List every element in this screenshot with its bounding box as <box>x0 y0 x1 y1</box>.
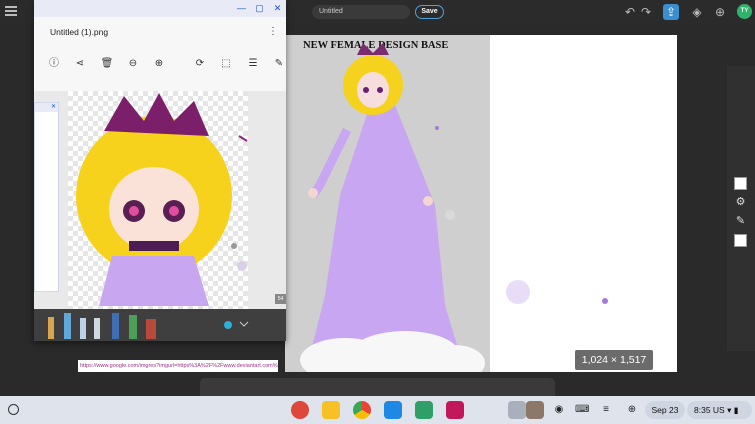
drawing-canvas[interactable]: NEW FEMALE DESIGN BASE <box>285 35 677 372</box>
pinned-thumbnail-icon[interactable] <box>508 401 526 419</box>
date-pill[interactable]: Sep 23 <box>645 401 685 419</box>
image-viewer-window: — ▢ ✕ Untitled (1).png ⋮ ⓘ ⋖ 🗑 ⊖ ⊕ ⟳ ⬚ ☰… <box>34 0 286 341</box>
draw-icon[interactable]: ✎ <box>272 57 286 71</box>
clock-time: 8:35 <box>694 405 711 415</box>
system-shelf: ◉ ⌨ ≡ ⊕ Sep 23 8:35 US ▾ ▮ <box>0 396 755 424</box>
save-button[interactable]: Save <box>415 5 444 19</box>
clipboard-icon[interactable]: ≡ <box>599 403 613 417</box>
princess-drawing <box>300 43 608 372</box>
add-circle-icon[interactable]: ⊕ <box>625 403 639 417</box>
chrome-icon[interactable] <box>353 401 371 419</box>
more-options-icon[interactable]: ⋮ <box>268 26 278 37</box>
wifi-icon: ▾ <box>727 405 732 415</box>
color-swatch-secondary[interactable] <box>734 234 747 247</box>
minimize-icon[interactable]: — <box>236 3 247 14</box>
add-icon[interactable]: ⊕ <box>712 4 728 20</box>
gallery-app-icon[interactable] <box>446 401 464 419</box>
zoom-in-icon[interactable]: ⊕ <box>152 57 166 71</box>
avatar[interactable]: TY <box>737 4 752 19</box>
file-name-label: Untitled (1).png <box>50 27 109 37</box>
status-tray[interactable]: 8:35 US ▾ ▮ <box>687 401 752 419</box>
chibi-princess-image <box>76 93 248 306</box>
color-swatch-primary[interactable] <box>734 177 747 190</box>
image-dimensions-badge: 1,024 × 1,517 <box>575 350 653 370</box>
share-icon[interactable]: ⇪ <box>663 4 679 20</box>
adjust-icon[interactable]: ☰ <box>246 57 260 71</box>
keyboard-icon[interactable]: ⌨ <box>575 403 589 417</box>
locale-indicator: US <box>712 405 725 415</box>
menu-icon[interactable] <box>5 6 17 16</box>
url-text-strip: https://www.google.com/imgres?imgurl=htt… <box>78 360 278 372</box>
viewer-titlebar: — ▢ ✕ <box>34 0 286 17</box>
layers-icon[interactable]: ◈ <box>689 4 705 20</box>
viewer-toolbar: ⓘ ⋖ 🗑 ⊖ ⊕ ⟳ ⬚ ☰ ✎ <box>34 53 286 75</box>
rotate-icon[interactable]: ⟳ <box>193 57 207 71</box>
settings-icon[interactable]: ⚙ <box>734 196 747 209</box>
camera-app-icon[interactable] <box>384 401 402 419</box>
share-icon[interactable]: ⋖ <box>73 57 87 71</box>
undo-icon[interactable]: ↶ <box>622 4 638 20</box>
pen-tray <box>34 309 286 341</box>
close-icon[interactable]: ✕ <box>272 3 283 14</box>
zoom-out-icon[interactable]: ⊖ <box>126 57 140 71</box>
delete-icon[interactable]: 🗑 <box>100 57 114 71</box>
pen-tools[interactable] <box>34 309 286 341</box>
brush-toolbar <box>200 378 555 398</box>
size-badge: 54 <box>275 294 286 304</box>
battery-icon: ▮ <box>733 405 739 415</box>
info-icon[interactable]: ⓘ <box>47 57 61 71</box>
files-app-icon[interactable] <box>415 401 433 419</box>
launcher-icon[interactable] <box>8 404 19 415</box>
pinned-thumbnail-icon-2[interactable] <box>526 401 544 419</box>
crop-icon[interactable]: ⬚ <box>219 57 233 71</box>
stylus-icon[interactable]: ◉ <box>552 403 566 417</box>
maximize-icon[interactable]: ▢ <box>254 3 265 14</box>
viewer-image-area[interactable]: ✕ 54 <box>34 91 286 341</box>
document-title-field[interactable]: Untitled <box>312 5 410 19</box>
drawing-app-icon[interactable] <box>291 401 309 419</box>
keep-app-icon[interactable] <box>322 401 340 419</box>
redo-icon[interactable]: ↷ <box>638 4 654 20</box>
pen-icon[interactable]: ✎ <box>734 215 747 228</box>
